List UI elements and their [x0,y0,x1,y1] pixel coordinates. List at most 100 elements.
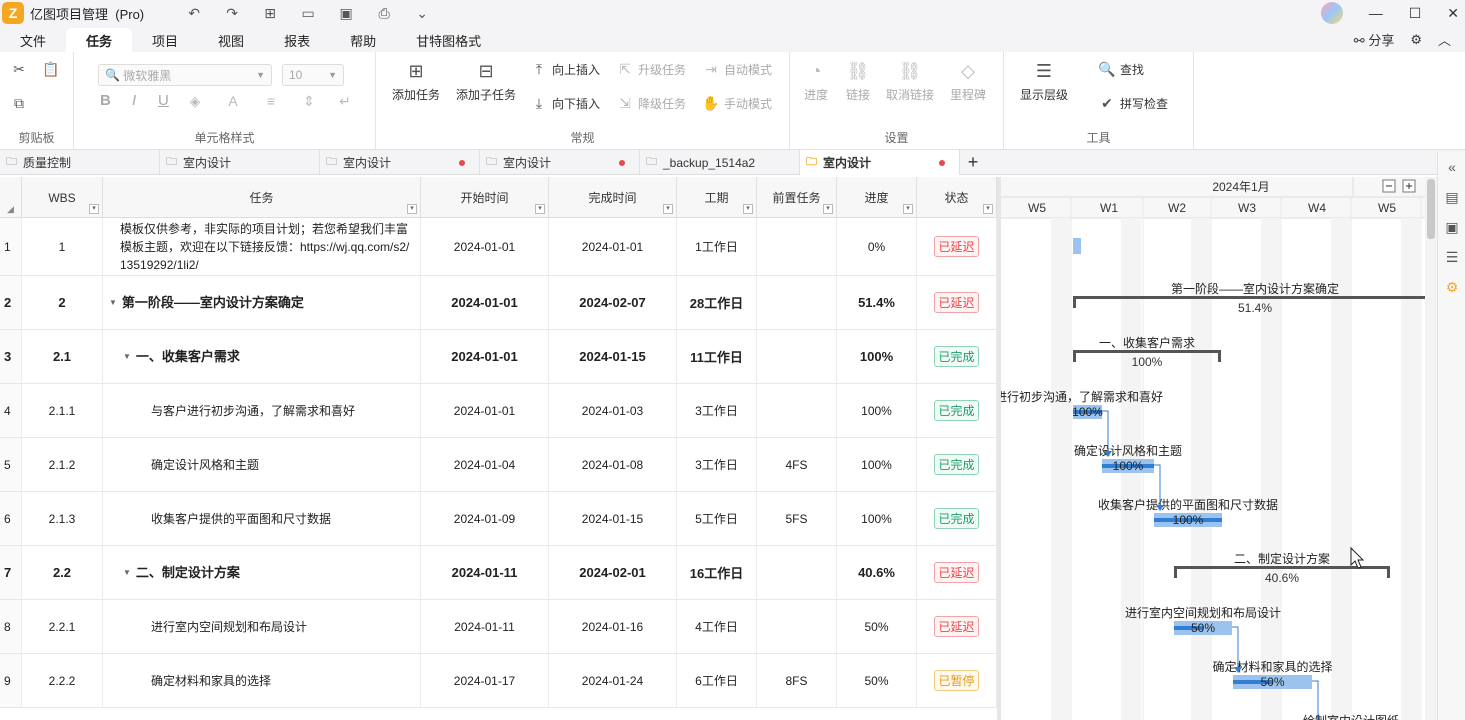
cell-end[interactable]: 2024-01-03 [549,384,677,437]
filter-icon[interactable]: ▾ [663,204,673,214]
undo-icon[interactable]: ↶ [184,5,204,22]
cell-wbs[interactable]: 2.1.1 [22,384,103,437]
paste-button[interactable]: 📋 [42,60,60,78]
cell-status[interactable]: 已完成 [917,492,997,545]
cell-status[interactable]: 已延迟 [917,600,997,653]
doc-tab-4[interactable]: 🗀 _backup_1514a2 [640,150,800,175]
cell-pred[interactable] [757,384,837,437]
expand-toggle-icon[interactable]: ▼ [109,294,117,312]
settings-gear-icon[interactable]: ⚙ [1410,32,1422,48]
doc-tab-1[interactable]: 🗀 室内设计 [160,150,320,175]
table-row[interactable]: 7 2.2 ▼ 二、制定设计方案 2024-01-11 2024-02-01 16工作日 40… [0,546,997,600]
table-row[interactable]: 4 2.1.1 与客户进行初步沟通，了解需求和喜好 2024-01-01 2024-01… [0,384,997,438]
filter-icon[interactable]: ▾ [903,204,913,214]
col-duration[interactable]: 工期 ▾ [677,177,757,218]
filter-icon[interactable]: ▾ [89,204,99,214]
table-row[interactable]: 3 2.1 ▼ 一、收集客户需求 2024-01-01 2024-01-15 11工作日 10… [0,330,997,384]
cell-duration[interactable]: 16工作日 [677,546,757,599]
cell-wbs[interactable]: 2.2.1 [22,600,103,653]
cell-status[interactable]: 已完成 [917,384,997,437]
cell-start[interactable]: 2024-01-11 [421,600,549,653]
cell-end[interactable]: 2024-01-16 [549,600,677,653]
doc-tab-5[interactable]: 🗀 室内设计 [800,150,960,175]
cell-end[interactable]: 2024-01-01 [549,218,677,275]
cell-num[interactable]: 7 [0,546,22,599]
cell-pred[interactable] [757,218,837,275]
cell-end[interactable]: 2024-02-07 [549,276,677,329]
cell-wbs[interactable]: 2 [22,276,103,329]
cell-task[interactable]: 确定设计风格和主题 [103,438,421,491]
col-start[interactable]: 开始时间 ▾ [421,177,549,218]
customize-chevron-icon[interactable]: ⌄ [412,5,432,22]
cell-progress[interactable]: 100% [837,492,917,545]
minimize-icon[interactable]: — [1369,5,1383,21]
add-tab-button[interactable]: + [960,150,986,174]
cell-num[interactable]: 5 [0,438,22,491]
cell-num[interactable]: 4 [0,384,22,437]
cell-num[interactable]: 3 [0,330,22,383]
bold-button[interactable]: B [100,92,111,109]
cell-duration[interactable]: 28工作日 [677,276,757,329]
cell-pred[interactable] [757,600,837,653]
cell-wbs[interactable]: 2.1.2 [22,438,103,491]
col-task[interactable]: 任务 ▾ [103,177,421,218]
filter-icon[interactable]: ▾ [823,204,833,214]
cell-duration[interactable]: 3工作日 [677,384,757,437]
cell-wbs[interactable]: 2.1.3 [22,492,103,545]
cell-wbs[interactable]: 2.2 [22,546,103,599]
milestone-button[interactable]: ◇ 里程碑 [950,60,986,103]
cell-pred[interactable]: 5FS [757,492,837,545]
cell-progress[interactable]: 50% [837,654,917,707]
cell-wbs[interactable]: 1 [22,218,103,275]
cell-duration[interactable]: 6工作日 [677,654,757,707]
cell-task[interactable]: ▼ 一、收集客户需求 [103,330,421,383]
save-icon[interactable]: ▣ [336,5,356,22]
menu-1[interactable]: 任务 [66,28,133,52]
cell-start[interactable]: 2024-01-17 [421,654,549,707]
progress-button[interactable]: ◔ 进度 [804,60,828,103]
cell-num[interactable]: 8 [0,600,22,653]
menu-0[interactable]: 文件 [0,28,66,52]
filter-icon[interactable]: ▾ [743,204,753,214]
cell-num[interactable]: 2 [0,276,22,329]
menu-6[interactable]: 甘特图格式 [396,28,501,52]
cell-progress[interactable]: 100% [837,438,917,491]
cell-status[interactable]: 已延迟 [917,546,997,599]
table-row[interactable]: 5 2.1.2 确定设计风格和主题 2024-01-04 2024-01-08 3工作日 4… [0,438,997,492]
avatar[interactable] [1320,2,1343,24]
cell-status[interactable]: 已延迟 [917,276,997,329]
gantt-scrollbar-track[interactable] [1425,177,1437,720]
cell-end[interactable]: 2024-01-15 [549,330,677,383]
cell-wbs[interactable]: 2.1 [22,330,103,383]
cell-duration[interactable]: 5工作日 [677,492,757,545]
cell-duration[interactable]: 3工作日 [677,438,757,491]
cell-start[interactable]: 2024-01-01 [421,218,549,275]
cell-task[interactable]: ▼ 第一阶段——室内设计方案确定 [103,276,421,329]
cell-task[interactable]: 进行室内空间规划和布局设计 [103,600,421,653]
cell-pred[interactable] [757,546,837,599]
auto-mode-button[interactable]: ⇥ 自动模式 [702,60,772,78]
open-folder-icon[interactable]: ▭ [298,5,318,22]
downgrade-task-button[interactable]: ⇲ 降级任务 [616,94,686,112]
font-color-button[interactable]: A [224,92,242,110]
close-icon[interactable]: ✕ [1447,5,1459,22]
font-size-select[interactable]: 10 ▼ [282,64,344,86]
select-all-corner[interactable]: ◢ [0,177,22,218]
cell-num[interactable]: 9 [0,654,22,707]
cell-progress[interactable]: 0% [837,218,917,275]
show-level-button[interactable]: ☰ 显示层级 [1020,60,1068,103]
valign-button[interactable]: ⇕ [300,92,318,110]
copy-button[interactable]: ⧉ [10,94,28,112]
cell-end[interactable]: 2024-02-01 [549,546,677,599]
col-wbs[interactable]: WBS ▾ [22,177,103,218]
cell-num[interactable]: 6 [0,492,22,545]
print-icon[interactable]: ⎙ [374,5,394,22]
cell-status[interactable]: 已完成 [917,330,997,383]
cell-status[interactable]: 已延迟 [917,218,997,275]
cell-start[interactable]: 2024-01-01 [421,276,549,329]
collapse-ribbon-icon[interactable]: ︿ [1438,30,1451,49]
cell-end[interactable]: 2024-01-15 [549,492,677,545]
cell-progress[interactable]: 50% [837,600,917,653]
cell-end[interactable]: 2024-01-08 [549,438,677,491]
gantt-scrollbar-thumb[interactable] [1427,179,1435,239]
